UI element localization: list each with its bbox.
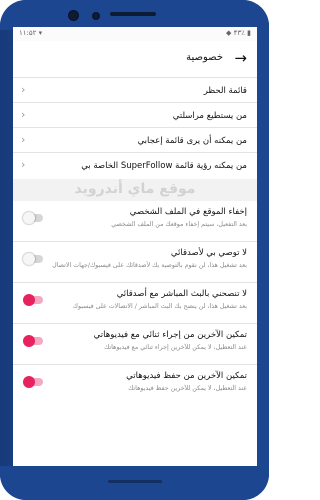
toggle-description: بعد التفعيل، سيتم إخفاء موقعك من الملف ا…	[111, 221, 247, 228]
chevron-left-icon: ‹	[21, 83, 26, 96]
toggle-description: بعد تشغيل هذا، لن نقوم بالتوصية بك لأصدق…	[52, 262, 247, 269]
watermark: موقع ماي أندرويد	[74, 181, 196, 197]
hide-location-switch[interactable]	[23, 212, 43, 224]
phone-top-bezel	[0, 0, 269, 30]
nav-row-label: من يستطيع مراسلتي	[172, 111, 247, 121]
earpiece-speaker	[110, 12, 156, 16]
status-right: ◆ ۴۳٪ ▮	[226, 29, 251, 37]
phone-screen: ۱۱:۵۲ ▾ ◆ ۴۳٪ ▮ → خصوصية قائمة الحظر ‹ م…	[13, 27, 257, 466]
dont-recommend-me-switch[interactable]	[23, 253, 43, 265]
toggle-description: عند التعطيل، لا يمكن للآخرين إجراء ثنائي…	[104, 344, 247, 351]
toggle-label: لا تنصحني بالبث المباشر مع أصدقائي	[116, 289, 247, 299]
page-title: خصوصية	[186, 52, 223, 63]
status-bar: ۱۱:۵۲ ▾ ◆ ۴۳٪ ▮	[13, 27, 257, 41]
nav-row-liked-list-visibility[interactable]: من يمكنه أن يرى قائمة إعجابي ‹	[13, 128, 257, 152]
home-indicator	[108, 480, 162, 483]
toggle-row-allow-download: تمكين الآخرين من حفظ فيديوهاتي عند التعط…	[13, 365, 257, 405]
nav-row-label: قائمة الحظر	[203, 86, 247, 96]
toggle-description: عند التعطيل، لا يمكن للآخرين حفظ فيديوها…	[128, 385, 247, 392]
live-recommendations-switch[interactable]	[23, 294, 43, 306]
status-left: ۱۱:۵۲ ▾	[19, 29, 43, 37]
toggle-label: تمكين الآخرين من حفظ فيديوهاتي	[126, 371, 247, 381]
sensor-icon	[92, 12, 100, 20]
allow-duet-switch[interactable]	[23, 335, 43, 347]
switch-knob	[23, 253, 35, 265]
switch-knob	[23, 376, 35, 388]
nav-row-superfollow-visibility[interactable]: من يمكنه رؤية قائمة SuperFollow الخاصة ب…	[13, 153, 257, 179]
nav-row-block-list[interactable]: قائمة الحظر ‹	[13, 78, 257, 102]
toggle-description: بعد تشغيل هذا، لن ينصح بك البث المباشر /…	[72, 303, 247, 310]
toggle-row-dont-recommend-me: لا توصي بي لأصدقائي بعد تشغيل هذا، لن نق…	[13, 242, 257, 282]
arrow-back-icon[interactable]: →	[234, 50, 247, 66]
front-camera-icon	[68, 10, 79, 21]
toggle-row-hide-location: إخفاء الموقع في الملف الشخصي بعد التفعيل…	[13, 201, 257, 241]
section-separator: موقع ماي أندرويد	[13, 179, 257, 201]
nav-row-label: من يمكنه أن يرى قائمة إعجابي	[137, 136, 247, 146]
nav-row-label: من يمكنه رؤية قائمة SuperFollow الخاصة ب…	[81, 161, 247, 171]
top-app-bar: → خصوصية	[13, 41, 257, 77]
phone-bottom-bezel	[0, 466, 269, 500]
nav-row-who-can-message[interactable]: من يستطيع مراسلتي ‹	[13, 103, 257, 127]
toggle-row-live-recommendations: لا تنصحني بالبث المباشر مع أصدقائي بعد ت…	[13, 283, 257, 323]
toggle-label: لا توصي بي لأصدقائي	[170, 248, 247, 258]
allow-download-switch[interactable]	[23, 376, 43, 388]
toggle-label: تمكين الآخرين من إجراء ثنائي مع فيديوهات…	[93, 330, 247, 340]
chevron-left-icon: ‹	[21, 108, 26, 121]
toggle-label: إخفاء الموقع في الملف الشخصي	[129, 207, 247, 217]
toggle-row-allow-duet: تمكين الآخرين من إجراء ثنائي مع فيديوهات…	[13, 324, 257, 364]
chevron-left-icon: ‹	[21, 133, 26, 146]
switch-knob	[23, 212, 35, 224]
switch-knob	[23, 335, 35, 347]
switch-knob	[23, 294, 35, 306]
chevron-left-icon: ‹	[21, 158, 26, 171]
